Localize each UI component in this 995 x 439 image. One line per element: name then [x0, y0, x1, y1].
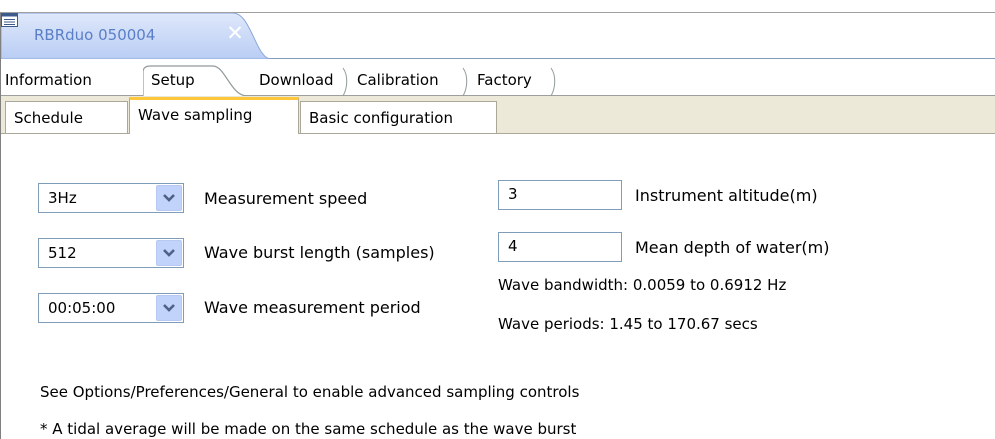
editor-window: RBRduo 050004 ✕ Information Setup Downlo…	[0, 12, 995, 439]
main-tab-bar: Information Setup Download Calibration F…	[1, 59, 995, 96]
wave-measurement-period-select[interactable]: 00:05:00	[38, 293, 184, 323]
tab-setup-label: Setup	[151, 71, 195, 89]
measurement-speed-select[interactable]: 3Hz	[38, 183, 184, 213]
wave-bandwidth-text: Wave bandwidth: 0.0059 to 0.6912 Hz	[498, 276, 787, 294]
tidal-average-note: * A tidal average will be made on the sa…	[40, 420, 577, 438]
chevron-down-icon[interactable]	[156, 185, 182, 211]
chevron-down-icon[interactable]	[156, 295, 182, 321]
tab-basic-configuration-label: Basic configuration	[309, 109, 453, 127]
wave-measurement-period-label: Wave measurement period	[204, 298, 421, 317]
instrument-altitude-input[interactable]: 3	[498, 180, 622, 210]
wave-periods-text: Wave periods: 1.45 to 170.67 secs	[498, 315, 758, 333]
measurement-speed-label: Measurement speed	[204, 189, 368, 208]
tab-separator	[550, 67, 556, 96]
tab-basic-configuration[interactable]: Basic configuration	[300, 101, 497, 133]
top-margin	[0, 0, 995, 12]
measurement-speed-value: 3Hz	[48, 189, 77, 207]
editor-tab[interactable]: RBRduo 050004 ✕	[1, 13, 271, 59]
tab-schedule[interactable]: Schedule	[5, 101, 128, 133]
mean-depth-input[interactable]: 4	[498, 232, 622, 262]
editor-title: RBRduo 050004	[34, 26, 156, 44]
tab-wave-sampling-label: Wave sampling	[138, 106, 253, 124]
instrument-altitude-label: Instrument altitude(m)	[635, 186, 818, 205]
tab-wave-sampling[interactable]: Wave sampling	[129, 97, 299, 134]
wave-burst-length-value: 512	[48, 244, 77, 262]
mean-depth-value: 4	[508, 237, 518, 255]
sub-tab-bar: Schedule Wave sampling Basic configurati…	[1, 96, 995, 134]
editor-tab-strip: RBRduo 050004 ✕	[1, 13, 995, 59]
tab-factory-label: Factory	[477, 71, 532, 89]
chevron-down-icon[interactable]	[156, 240, 182, 266]
advanced-controls-note: See Options/Preferences/General to enabl…	[40, 383, 580, 401]
wave-burst-length-select[interactable]: 512	[38, 238, 184, 268]
close-icon[interactable]: ✕	[223, 21, 247, 45]
document-icon	[1, 13, 18, 27]
tab-schedule-label: Schedule	[14, 109, 83, 127]
mean-depth-label: Mean depth of water(m)	[635, 238, 830, 257]
tab-information-label: Information	[5, 71, 92, 89]
wave-burst-length-label: Wave burst length (samples)	[204, 243, 435, 262]
tab-download-label: Download	[259, 71, 334, 89]
wave-sampling-panel: 3Hz Measurement speed 512 Wave burst len…	[1, 134, 995, 439]
tab-separator	[462, 67, 468, 96]
wave-measurement-period-value: 00:05:00	[48, 299, 116, 317]
instrument-altitude-value: 3	[508, 185, 518, 203]
tab-separator	[342, 67, 348, 96]
tab-calibration-label: Calibration	[357, 71, 439, 89]
